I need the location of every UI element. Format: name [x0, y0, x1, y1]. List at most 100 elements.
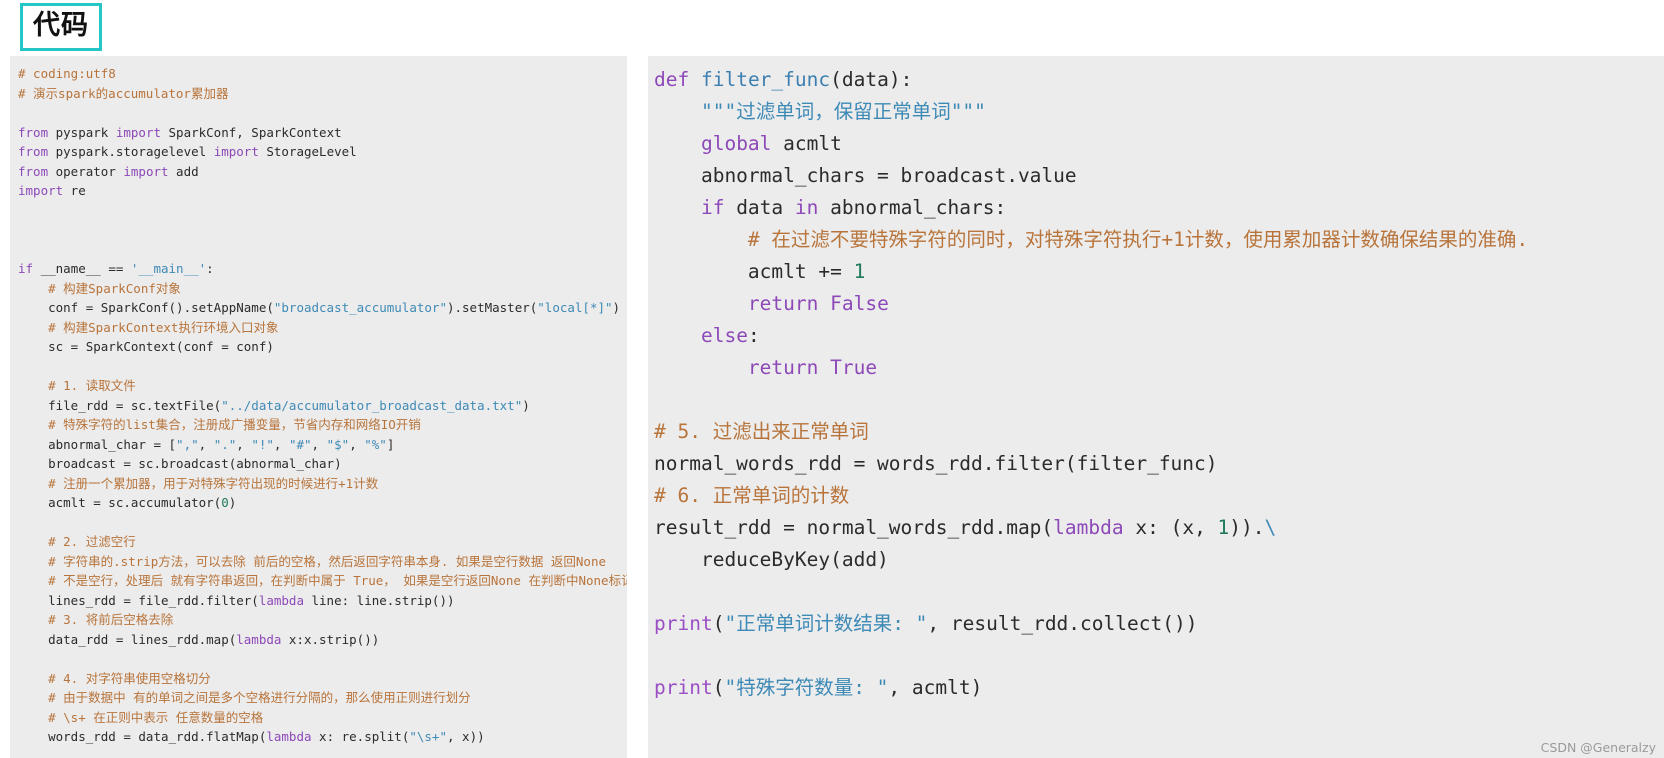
code-token: sc = SparkContext(conf = conf)	[18, 339, 274, 354]
code-token: # 3. 将前后空格去除	[18, 612, 174, 627]
code-token: import	[123, 163, 169, 179]
code-token: pyspark	[48, 124, 116, 140]
code-token: ","	[176, 436, 199, 452]
code-token: from	[18, 124, 49, 140]
code-line: sc = SparkContext(conf = conf)	[18, 337, 627, 357]
code-token: acmlt +=	[654, 260, 854, 283]
code-token: abnormal_chars:	[818, 196, 1007, 219]
code-token: # 特殊字符的list集合，注册成广播变量，节省内存和网络IO开销	[18, 417, 421, 432]
code-line: """过滤单词，保留正常单词"""	[654, 96, 1664, 128]
code-token: lines_rdd = file_rdd.filter(	[18, 592, 259, 608]
code-line: # 在过滤不要特殊字符的同时，对特殊字符执行+1计数，使用累加器计数确保结果的准…	[654, 224, 1664, 256]
code-token: lambda	[258, 592, 304, 608]
code-token: x:x.strip())	[281, 631, 380, 647]
code-line: # 构建SparkContext执行环境入口对象	[18, 318, 627, 338]
code-token: normal_words_rdd = words_rdd.filter(filt…	[654, 452, 1218, 475]
code-token: # coding:utf8	[18, 66, 116, 81]
code-line: # 4. 对字符串使用空格切分	[18, 669, 627, 689]
code-token: import	[115, 124, 161, 140]
code-line: from pyspark.storagelevel import Storage…	[18, 142, 627, 162]
code-token: # 2. 过滤空行	[18, 534, 136, 549]
code-token: # 在过滤不要特殊字符的同时，对特殊字符执行+1计数，使用累加器计数确保结果的准…	[654, 228, 1529, 251]
code-token: operator	[48, 163, 124, 179]
code-line: # 由于数据中 有的单词之间是多个空格进行分隔的，那么使用正则进行划分	[18, 688, 627, 708]
code-line: from pyspark import SparkConf, SparkCont…	[18, 123, 627, 143]
code-token: "../data/accumulator_broadcast_data.txt"	[221, 397, 523, 413]
code-token: abnormal_chars = broadcast.value	[654, 164, 1077, 187]
code-token: , result_rdd.collect())	[927, 612, 1198, 635]
code-panel-left[interactable]: # coding:utf8 # 演示spark的accumulator累加器 fr…	[10, 56, 627, 758]
code-token: words_rdd = data_rdd.flatMap(	[18, 729, 267, 744]
code-token: return	[747, 292, 819, 315]
code-token: , acmlt)	[888, 676, 983, 699]
code-line: abnormal_char = [",", ".", "!", "#", "$"…	[18, 435, 627, 455]
code-token: acmlt	[771, 132, 842, 155]
code-token: 1	[1217, 516, 1230, 539]
code-token: 0	[221, 495, 229, 510]
code-token: "%"	[364, 436, 387, 452]
code-token: ,	[349, 436, 365, 452]
code-token: StorageLevel	[258, 144, 357, 159]
code-token: import	[213, 144, 259, 159]
code-line: # 6. 正常单词的计数	[654, 480, 1664, 512]
code-token: from	[18, 144, 49, 159]
code-token: , x))	[447, 729, 485, 744]
code-token: # 6. 正常单词的计数	[654, 484, 850, 507]
code-panel-right[interactable]: def filter_func(data): """过滤单词，保留正常单词"""…	[645, 56, 1664, 758]
code-token: # 演示spark的accumulator累加器	[18, 85, 229, 101]
code-line: # \s+ 在正则中表示 任意数量的空格	[18, 708, 627, 728]
code-token: (data):	[830, 68, 913, 91]
code-line: # 构建SparkConf对象	[18, 279, 627, 299]
code-line: # 演示spark的accumulator累加器	[18, 84, 627, 104]
code-token: ,	[198, 436, 214, 452]
code-token: if	[700, 196, 725, 219]
code-token: :	[747, 324, 760, 347]
code-token: "local[*]"	[537, 300, 613, 315]
code-token: add	[168, 163, 199, 179]
code-token: "#"	[288, 436, 312, 452]
code-token: filter_func	[700, 68, 831, 91]
code-token: else	[700, 324, 748, 347]
code-line: conf = SparkConf().setAppName("broadcast…	[18, 298, 627, 318]
code-line: global acmlt	[654, 128, 1664, 160]
code-token: "!"	[251, 436, 274, 452]
code-line: print("特殊字符数量: ", acmlt)	[654, 672, 1664, 704]
code-token: from	[18, 163, 49, 179]
code-token: result_rdd = normal_words_rdd.map(	[654, 516, 1054, 539]
code-token: global	[700, 132, 772, 155]
watermark-label: CSDN @Generalzy	[1540, 740, 1656, 755]
code-token: \	[1264, 516, 1277, 539]
code-line: # 字符串的.strip方法，可以去除 前后的空格，然后返回字符串本身. 如果是…	[18, 552, 627, 572]
code-token: # 不是空行，处理后 就有字符串返回，在判断中属于 True， 如果是空行返回N…	[18, 573, 627, 588]
code-line: # 1. 读取文件	[18, 376, 627, 396]
code-token: __name__ ==	[33, 261, 131, 276]
code-token: data_rdd = lines_rdd.map(	[18, 631, 237, 647]
code-token: file_rdd = sc.textFile(	[18, 397, 222, 413]
code-line: print("正常单词计数结果: ", result_rdd.collect()…	[654, 608, 1664, 640]
code-token: "特殊字符数量: "	[724, 676, 889, 699]
code-line: file_rdd = sc.textFile("../data/accumula…	[18, 396, 627, 416]
code-token: False	[830, 292, 889, 315]
code-line: import re	[18, 181, 627, 201]
code-line: data_rdd = lines_rdd.map(lambda x:x.stri…	[18, 630, 627, 650]
code-line: else:	[654, 320, 1664, 352]
code-token: ).setMaster(	[446, 300, 538, 315]
code-line: lines_rdd = file_rdd.filter(lambda line:…	[18, 591, 627, 611]
code-token: re	[63, 183, 86, 198]
code-line: # 注册一个累加器，用于对特殊字符出现的时候进行+1计数	[18, 474, 627, 494]
code-token: pyspark.storagelevel	[48, 144, 214, 159]
code-token: """过滤单词，保留正常单词"""	[700, 100, 986, 123]
code-token: import	[18, 183, 64, 198]
